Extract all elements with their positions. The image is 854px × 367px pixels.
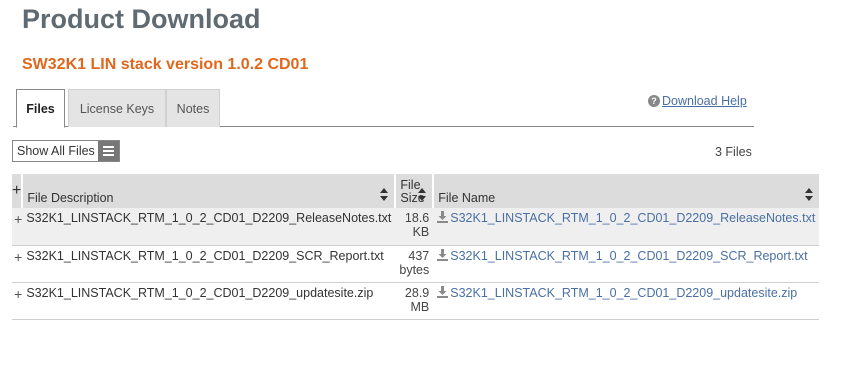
sort-icon[interactable] [805,188,814,202]
download-icon [437,285,449,298]
file-download-link[interactable]: S32K1_LINSTACK_RTM_1_0_2_CD01_D2209_Rele… [437,211,815,225]
tab-files[interactable]: Files [16,89,65,128]
download-icon [437,211,449,223]
table-row: + S32K1_LINSTACK_RTM_1_0_2_CD01_D2209_Re… [12,208,820,246]
file-description: S32K1_LINSTACK_RTM_1_0_2_CD01_D2209_upda… [22,282,396,320]
file-size-unit: MB [410,299,430,314]
list-icon[interactable] [97,141,119,161]
question-circle-icon: ? [648,95,660,107]
files-table: + File Description File Size File Name +… [12,174,820,320]
download-icon [437,248,449,261]
tab-license-keys[interactable]: License Keys [68,89,166,127]
download-help-link[interactable]: Download Help [662,94,747,108]
download-help[interactable]: ? Download Help [648,94,747,108]
file-description: S32K1_LINSTACK_RTM_1_0_2_CD01_D2209_SCR_… [22,245,396,283]
file-name: S32K1_LINSTACK_RTM_1_0_2_CD01_D2209_SCR_… [450,248,808,263]
file-size-unit: KB [412,225,430,239]
header-file-name-label: File Name [438,191,496,205]
header-file-size[interactable]: File Size [395,174,435,208]
file-name-cell: S32K1_LINSTACK_RTM_1_0_2_CD01_D2209_SCR_… [433,245,820,283]
file-description: S32K1_LINSTACK_RTM_1_0_2_CD01_D2209_Rele… [22,208,396,246]
tab-bar: Files License Keys Notes [13,89,754,128]
table-header-row: + File Description File Size File Name [12,174,820,208]
product-subtitle: SW32K1 LIN stack version 1.0.2 CD01 [22,56,309,73]
file-size-value: 28.9 [404,285,430,300]
file-download-link[interactable]: S32K1_LINSTACK_RTM_1_0_2_CD01_D2209_upda… [437,285,798,300]
file-size-value: 437 [408,248,430,263]
show-all-files-dropdown[interactable]: Show All Files [12,140,120,162]
file-download-link[interactable]: S32K1_LINSTACK_RTM_1_0_2_CD01_D2209_SCR_… [437,248,808,263]
file-count: 3 Files [715,145,752,159]
header-file-name[interactable]: File Name [433,174,820,208]
show-all-files-label: Show All Files [17,144,95,158]
header-file-description-label: File Description [27,191,114,205]
expand-all-header[interactable]: + [12,174,24,208]
file-name: S32K1_LINSTACK_RTM_1_0_2_CD01_D2209_Rele… [450,211,816,225]
file-size: 28.9 MB [395,282,434,320]
file-name-cell: S32K1_LINSTACK_RTM_1_0_2_CD01_D2209_Rele… [433,208,820,246]
page-title: Product Download [22,4,261,34]
table-row: + S32K1_LINSTACK_RTM_1_0_2_CD01_D2209_SC… [12,245,820,283]
file-size-value: 18.6 [404,211,430,225]
file-name-cell: S32K1_LINSTACK_RTM_1_0_2_CD01_D2209_upda… [433,282,820,320]
sort-icon[interactable] [380,188,389,202]
header-file-description[interactable]: File Description [22,174,397,208]
file-size: 437 bytes [395,245,434,283]
expand-row-button[interactable]: + [12,282,23,320]
table-row: + S32K1_LINSTACK_RTM_1_0_2_CD01_D2209_up… [12,282,820,320]
expand-row-button[interactable]: + [12,245,23,283]
expand-row-button[interactable]: + [12,208,23,246]
file-name: S32K1_LINSTACK_RTM_1_0_2_CD01_D2209_upda… [450,285,798,300]
sort-icon[interactable] [418,188,427,202]
tab-notes[interactable]: Notes [166,89,220,127]
file-size: 18.6 KB [395,208,434,246]
file-size-unit: bytes [399,262,430,277]
